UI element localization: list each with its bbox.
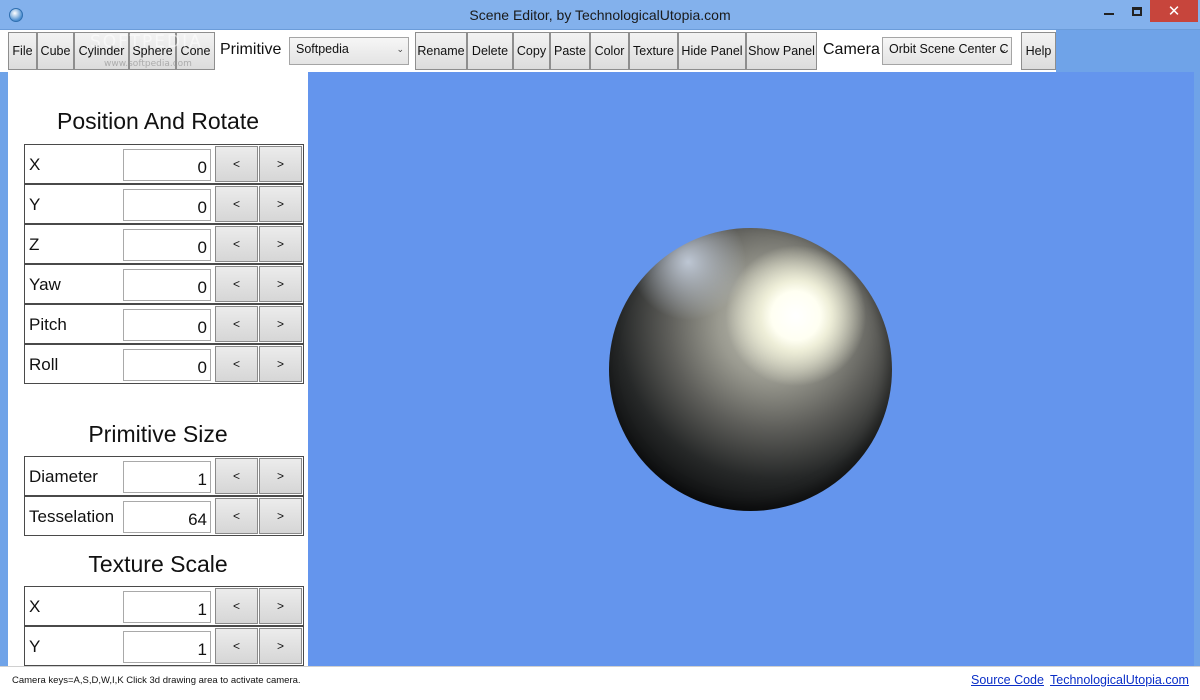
title-bar: Scene Editor, by TechnologicalUtopia.com… [0,0,1200,30]
maximize-icon [1132,6,1142,16]
row-label: Y [29,195,41,214]
row-label: Roll [29,355,59,374]
copy-button[interactable]: Copy [513,32,550,70]
yaw-input[interactable]: 0 [123,269,211,301]
texture-y-input[interactable]: 1 [123,631,211,663]
pitch-decrement-button[interactable]: < [215,306,258,342]
3d-viewport[interactable] [308,72,1194,666]
diameter-input[interactable]: 1 [123,461,211,493]
row-label: Y [29,637,41,656]
position-y-input[interactable]: 0 [123,189,211,221]
texture-row-y: Y 1 < > [24,626,304,666]
position-section-title: Position And Rotate [56,108,260,134]
roll-input[interactable]: 0 [123,349,211,381]
status-bar: Camera keys=A,S,D,W,I,K Click 3d drawing… [0,666,1200,700]
tesselation-input[interactable]: 64 [123,501,211,533]
position-x-increment-button[interactable]: > [259,146,302,182]
position-row-x: X 0 < > [24,144,304,184]
position-z-decrement-button[interactable]: < [215,226,258,262]
source-code-link[interactable]: Source Code [971,673,1044,687]
diameter-decrement-button[interactable]: < [215,458,258,494]
close-button[interactable]: ✕ [1150,0,1198,22]
roll-decrement-button[interactable]: < [215,346,258,382]
primitive-select-value: Softpedia [296,42,349,56]
chevron-down-icon: ⌄ [999,44,1007,54]
file-button[interactable]: File [8,32,37,70]
texture-button[interactable]: Texture [629,32,678,70]
row-label: X [29,155,41,174]
camera-keys-hint: Camera keys=A,S,D,W,I,K Click 3d drawing… [12,675,301,686]
row-label: X [29,597,41,616]
texture-section-title: Texture Scale [88,551,228,577]
color-button[interactable]: Color [590,32,629,70]
paste-button[interactable]: Paste [550,32,590,70]
camera-label: Camera [823,41,880,58]
position-row-y: Y 0 < > [24,184,304,224]
rename-button[interactable]: Rename [415,32,467,70]
camera-select[interactable]: Orbit Scene Center C ⌄ [882,37,1012,65]
size-section-title: Primitive Size [88,421,228,447]
texture-x-increment-button[interactable]: > [259,588,302,624]
position-x-input[interactable]: 0 [123,149,211,181]
primitive-select[interactable]: Softpedia ⌄ [289,37,409,65]
yaw-decrement-button[interactable]: < [215,266,258,302]
row-label: Diameter [29,467,98,486]
yaw-increment-button[interactable]: > [259,266,302,302]
roll-increment-button[interactable]: > [259,346,302,382]
tesselation-decrement-button[interactable]: < [215,498,258,534]
texture-row-x: X 1 < > [24,586,304,626]
primitive-label: Primitive [220,41,282,58]
minimize-icon [1104,13,1114,15]
tesselation-increment-button[interactable]: > [259,498,302,534]
row-label: Yaw [29,275,61,294]
row-label: Z [29,235,40,254]
delete-button[interactable]: Delete [467,32,513,70]
pitch-increment-button[interactable]: > [259,306,302,342]
close-icon: ✕ [1167,2,1181,20]
cylinder-button[interactable]: Cylinder [74,32,129,70]
rotation-row-roll: Roll 0 < > [24,344,304,384]
help-button[interactable]: Help [1021,32,1056,70]
texture-y-increment-button[interactable]: > [259,628,302,664]
rotation-row-yaw: Yaw 0 < > [24,264,304,304]
row-label: Tesselation [29,507,115,526]
texture-x-decrement-button[interactable]: < [215,588,258,624]
position-x-decrement-button[interactable]: < [215,146,258,182]
toolbar: File Cube Cylinder Sphere Cone Primitive… [0,30,1200,72]
window-title: Scene Editor, by TechnologicalUtopia.com [469,7,731,23]
hide-panel-button[interactable]: Hide Panel [678,32,746,70]
position-row-z: Z 0 < > [24,224,304,264]
texture-y-decrement-button[interactable]: < [215,628,258,664]
position-z-increment-button[interactable]: > [259,226,302,262]
position-y-increment-button[interactable]: > [259,186,302,222]
position-y-decrement-button[interactable]: < [215,186,258,222]
size-row-tesselation: Tesselation 64 < > [24,496,304,536]
rotation-row-pitch: Pitch 0 < > [24,304,304,344]
minimize-button[interactable] [1094,0,1124,22]
camera-select-value: Orbit Scene Center C [889,42,1009,56]
size-row-diameter: Diameter 1 < > [24,456,304,496]
sphere-button[interactable]: Sphere [129,32,176,70]
sphere-primitive[interactable] [609,228,892,511]
texture-x-input[interactable]: 1 [123,591,211,623]
cone-button[interactable]: Cone [176,32,215,70]
properties-panel: Position And Rotate X 0 < > Y 0 < > Z 0 … [8,72,308,666]
position-z-input[interactable]: 0 [123,229,211,261]
cube-button[interactable]: Cube [37,32,74,70]
show-panel-button[interactable]: Show Panel [746,32,817,70]
pitch-input[interactable]: 0 [123,309,211,341]
chevron-down-icon: ⌄ [396,44,404,54]
diameter-increment-button[interactable]: > [259,458,302,494]
maximize-button[interactable] [1124,0,1150,22]
website-link[interactable]: TechnologicalUtopia.com [1050,673,1189,687]
row-label: Pitch [29,315,67,334]
